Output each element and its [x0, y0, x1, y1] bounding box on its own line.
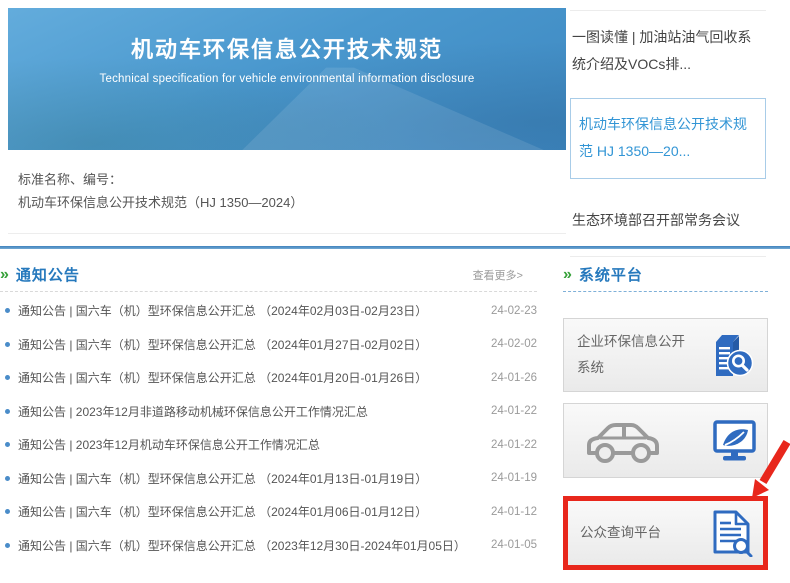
notice-text: 通知公告 | 国六车（机）型环保信息公开汇总 （2024年01月20日-01月2…	[18, 369, 483, 386]
notice-date: 24-01-22	[491, 405, 537, 417]
platform-card-label: 企业环保信息公开系统	[577, 329, 695, 381]
news-sidebar: 一图读懂 | 加油站油气回收系统介绍及VOCs排... 机动车环保信息公开技术规…	[570, 10, 766, 257]
banner-subtitle: Technical specification for vehicle envi…	[8, 73, 566, 85]
notice-date: 24-02-02	[491, 338, 537, 350]
notice-text: 通知公告 | 国六车（机）型环保信息公开汇总 （2023年12月30日-2024…	[18, 537, 483, 554]
standard-label: 标准名称、编号：	[18, 168, 566, 191]
bullet-icon	[5, 409, 10, 414]
double-chevron-icon: »	[0, 267, 9, 283]
platform-card-public-query[interactable]: 公众查询平台	[563, 496, 768, 570]
bullet-icon	[5, 442, 10, 447]
notice-date: 24-02-23	[491, 305, 537, 317]
notices-title: 通知公告	[16, 264, 80, 285]
building-search-icon	[709, 332, 754, 379]
notices-header: » 通知公告 查看更多>	[0, 258, 537, 292]
standard-info: 标准名称、编号： 机动车环保信息公开技术规范（HJ 1350—2024）	[8, 150, 566, 234]
bullet-icon	[5, 342, 10, 347]
notice-row[interactable]: 通知公告 | 国六车（机）型环保信息公开汇总 （2024年01月13日-01月1…	[0, 462, 537, 496]
notice-text: 通知公告 | 国六车（机）型环保信息公开汇总 （2024年01月06日-01月1…	[18, 503, 483, 520]
bullet-icon	[5, 308, 10, 313]
notice-row[interactable]: 通知公告 | 国六车（机）型环保信息公开汇总 （2024年01月06日-01月1…	[0, 495, 537, 529]
news-sidebar-item-active[interactable]: 机动车环保信息公开技术规范 HJ 1350—20...	[570, 98, 766, 179]
news-sidebar-item[interactable]: 一图读懂 | 加油站油气回收系统介绍及VOCs排...	[570, 11, 766, 92]
platform-title: 系统平台	[579, 264, 643, 285]
document-search-icon	[711, 509, 753, 557]
banner-title: 机动车环保信息公开技术规范	[8, 32, 566, 64]
monitor-leaf-icon	[711, 419, 757, 463]
notice-row[interactable]: 通知公告 | 2023年12月机动车环保信息公开工作情况汇总 24-01-22	[0, 428, 537, 462]
notice-date: 24-01-26	[491, 372, 537, 384]
notice-date: 24-01-22	[491, 439, 537, 451]
bullet-icon	[5, 509, 10, 514]
notice-date: 24-01-12	[491, 506, 537, 518]
view-more-link[interactable]: 查看更多>	[473, 267, 523, 283]
page: 机动车环保信息公开技术规范 Technical specification fo…	[0, 0, 790, 583]
platform-card-label: 公众查询平台	[580, 520, 698, 546]
notice-row[interactable]: 通知公告 | 国六车（机）型环保信息公开汇总 （2024年01月27日-02月0…	[0, 328, 537, 362]
car-icon	[584, 419, 662, 463]
platform-section: » 系统平台 企业环保信息公开系统	[563, 258, 768, 570]
platform-card-vehicle-system[interactable]	[563, 403, 768, 478]
bullet-icon	[5, 375, 10, 380]
standard-value: 机动车环保信息公开技术规范（HJ 1350—2024）	[18, 191, 566, 214]
notice-text: 通知公告 | 2023年12月非道路移动机械环保信息公开工作情况汇总	[18, 403, 483, 420]
banner-image[interactable]: 机动车环保信息公开技术规范 Technical specification fo…	[8, 8, 566, 150]
bullet-icon	[5, 476, 10, 481]
notices-section: » 通知公告 查看更多> 通知公告 | 国六车（机）型环保信息公开汇总 （202…	[0, 258, 537, 562]
notice-row[interactable]: 通知公告 | 国六车（机）型环保信息公开汇总 （2024年02月03日-02月2…	[0, 294, 537, 328]
double-chevron-icon: »	[563, 267, 572, 283]
notice-row[interactable]: 通知公告 | 2023年12月非道路移动机械环保信息公开工作情况汇总 24-01…	[0, 395, 537, 429]
notice-date: 24-01-19	[491, 472, 537, 484]
section-divider	[0, 246, 790, 249]
notice-text: 通知公告 | 2023年12月机动车环保信息公开工作情况汇总	[18, 436, 483, 453]
notice-text: 通知公告 | 国六车（机）型环保信息公开汇总 （2024年02月03日-02月2…	[18, 302, 483, 319]
notice-list: 通知公告 | 国六车（机）型环保信息公开汇总 （2024年02月03日-02月2…	[0, 292, 537, 562]
platform-card-enterprise-system[interactable]: 企业环保信息公开系统	[563, 318, 768, 392]
notice-date: 24-01-05	[491, 539, 537, 551]
notice-text: 通知公告 | 国六车（机）型环保信息公开汇总 （2024年01月27日-02月0…	[18, 336, 483, 353]
platform-header: » 系统平台	[563, 258, 768, 292]
notice-row[interactable]: 通知公告 | 国六车（机）型环保信息公开汇总 （2023年12月30日-2024…	[0, 529, 537, 563]
notice-row[interactable]: 通知公告 | 国六车（机）型环保信息公开汇总 （2024年01月20日-01月2…	[0, 361, 537, 395]
notice-text: 通知公告 | 国六车（机）型环保信息公开汇总 （2024年01月13日-01月1…	[18, 470, 483, 487]
bullet-icon	[5, 543, 10, 548]
